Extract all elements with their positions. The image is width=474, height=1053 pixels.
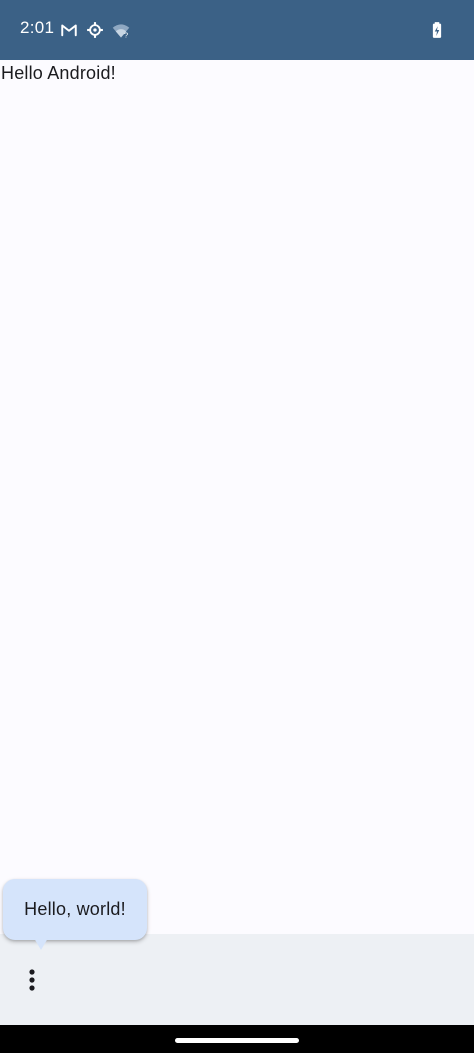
tooltip: Hello, world! [3, 879, 147, 950]
tooltip-caret [34, 938, 48, 950]
main-content: Hello Android! [0, 60, 474, 934]
svg-text:?: ? [124, 31, 128, 40]
system-navigation-bar [0, 1025, 474, 1053]
tooltip-text: Hello, world! [24, 899, 126, 919]
settings-gear-icon [86, 21, 104, 39]
gesture-handle[interactable] [175, 1038, 299, 1043]
gmail-icon [60, 21, 78, 39]
status-bar: 2:01 ? [0, 0, 474, 60]
greeting-text: Hello Android! [1, 63, 116, 83]
battery-charging-icon [428, 21, 446, 39]
wifi-unknown-icon: ? [112, 21, 130, 39]
status-time: 2:01 [20, 18, 55, 37]
more-options-button[interactable] [10, 958, 54, 1002]
bottom-app-bar [0, 934, 474, 1025]
more-vert-icon [28, 969, 36, 991]
